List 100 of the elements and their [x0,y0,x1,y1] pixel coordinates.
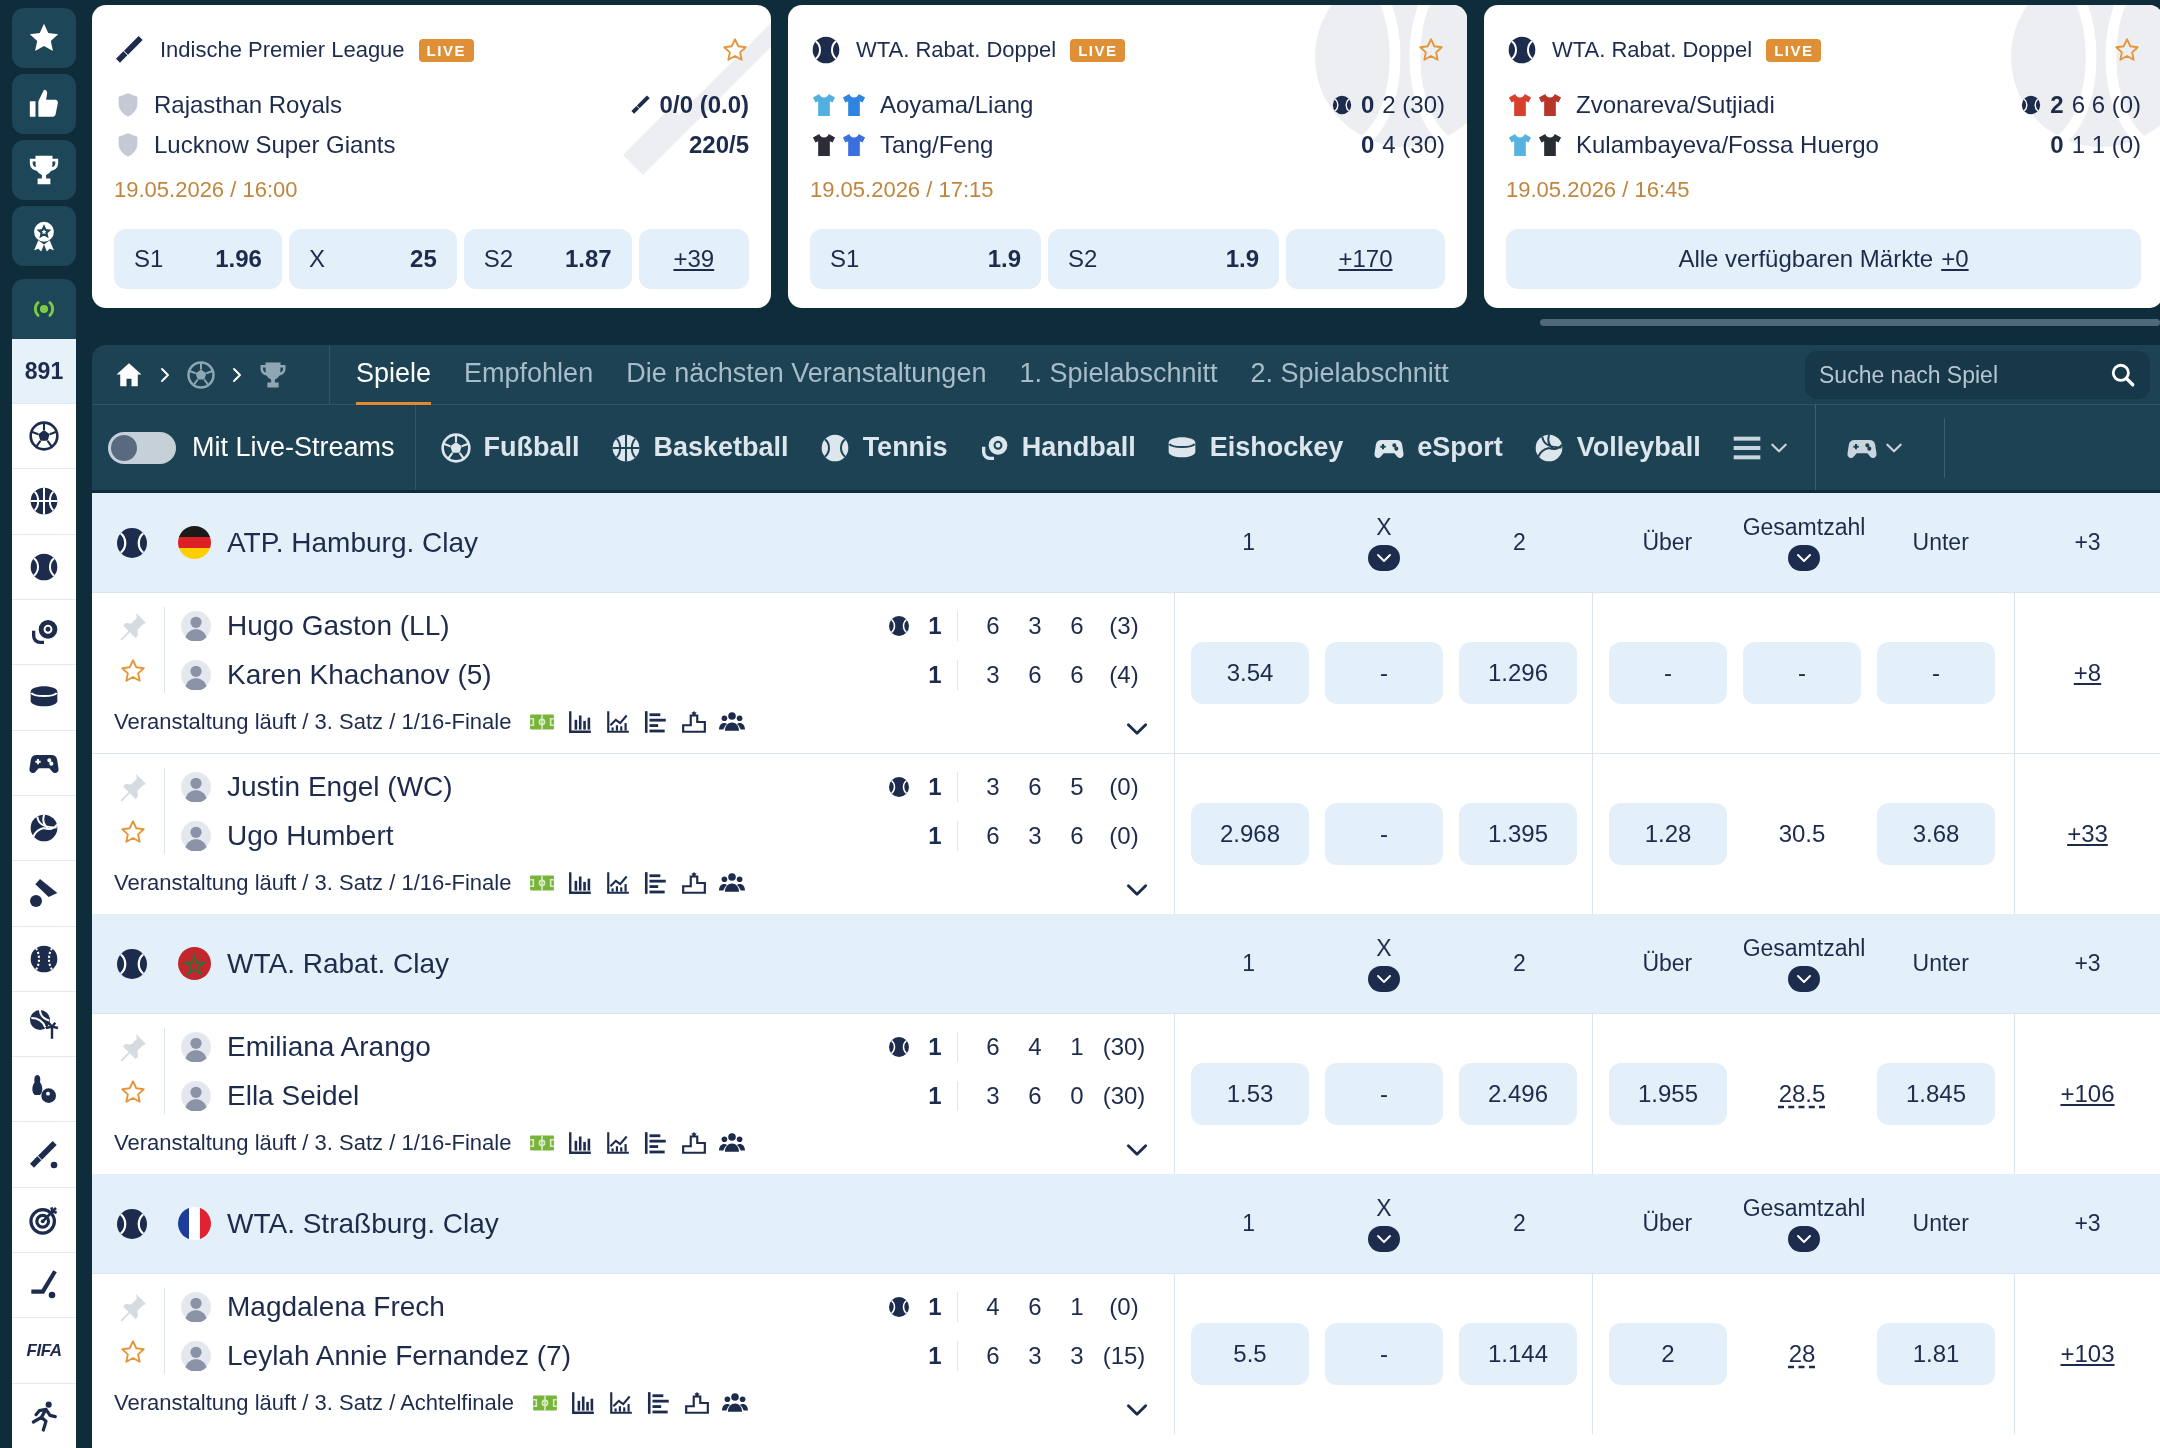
sport-tab[interactable]: Volleyball [1532,431,1701,464]
star-icon[interactable] [1417,36,1445,64]
odds-button[interactable]: 1.395 [1459,803,1577,865]
odds-link[interactable]: 28 [1788,1340,1816,1368]
more-markets-link[interactable]: +103 [2060,1340,2115,1368]
odds-button[interactable]: - [1325,642,1443,704]
odds-button[interactable]: - [1743,642,1861,704]
star-icon[interactable] [2113,36,2141,64]
dropdown-button[interactable] [1368,545,1400,571]
beach-ball-icon[interactable] [28,1007,60,1040]
podium-icon[interactable] [681,870,708,896]
bar-chart-icon[interactable] [569,1390,596,1416]
odds-button[interactable]: 2.968 [1191,803,1309,865]
star-icon[interactable] [119,657,147,685]
nav-tab[interactable]: Empfohlen [464,345,594,405]
odds-button[interactable]: 2 [1609,1323,1727,1385]
player-avatar [181,610,211,641]
search-field[interactable]: Suche nach Spiel [1805,351,2150,399]
odds-button[interactable]: 5.5 [1191,1323,1309,1385]
team-score: 0 [1360,131,1375,159]
trophy-icon [27,153,61,187]
odds-button[interactable]: 1.81 [1877,1323,1995,1385]
column-header: Gesamtzahl [1742,935,1866,962]
dropdown-button[interactable] [1788,545,1820,571]
game-score: (30) [1101,1081,1147,1110]
sidebar-button[interactable] [12,206,76,266]
star-icon[interactable] [119,1338,147,1366]
odds-button[interactable]: - [1877,642,1995,704]
more-markets-link[interactable]: +33 [2067,820,2108,848]
search-icon[interactable] [2110,362,2136,388]
odds-button[interactable]: 3.68 [1877,803,1995,865]
toggle-label[interactable]: Mit Live-Streams [192,432,395,463]
sport-tab[interactable]: Fußball [439,431,580,464]
scrollbar[interactable] [1540,319,2160,326]
game-score: 5 [1069,772,1085,801]
more-markets-link[interactable]: +106 [2060,1080,2115,1108]
sport-label[interactable]: FIFA [26,1340,62,1361]
odds-button[interactable]: - [1325,803,1443,865]
football-icon[interactable] [28,420,60,453]
sport-tab[interactable]: Eishockey [1165,431,1344,464]
nav-tab[interactable]: 2. Spielabschnitt [1250,345,1449,405]
odds-link[interactable]: 28.5 [1778,1080,1826,1108]
odds-button[interactable]: 1.845 [1877,1063,1995,1125]
dropdown-button[interactable] [1368,966,1400,992]
bar-chart-icon[interactable] [567,870,594,896]
all-markets-button[interactable]: Alle verfügbaren Märkte +0 [1506,229,2141,289]
toggle-switch[interactable] [108,431,176,464]
odds-button[interactable]: - [1609,642,1727,704]
sidebar-button[interactable] [12,74,76,134]
sport-tab[interactable]: Tennis [818,431,948,464]
game-score: 6 [1027,772,1043,801]
bar-chart-icon[interactable] [567,1130,594,1156]
line-chart-icon[interactable] [605,709,632,735]
odds-button[interactable]: S1 1.9 [810,229,1042,289]
list-icon[interactable] [645,1390,672,1416]
podium-icon[interactable] [681,1130,708,1156]
podium-icon[interactable] [681,709,708,735]
podium-icon[interactable] [683,1390,710,1416]
odds-button[interactable]: 2.496 [1459,1063,1577,1125]
star-icon[interactable] [119,1078,147,1106]
game-score: 3 [1027,611,1043,640]
sport-tab[interactable]: Basketball [609,431,789,464]
nav-tab[interactable]: Die nächsten Veranstaltungen [626,345,987,405]
dropdown-button[interactable] [1368,1226,1400,1252]
sport-tab[interactable]: Handball [977,431,1136,464]
event-count-button[interactable]: 891 [12,339,76,403]
nav-tab[interactable]: Spiele [356,345,432,405]
star-icon[interactable] [721,36,749,64]
line-chart-icon[interactable] [607,1390,634,1416]
odds-button[interactable]: S2 1.9 [1048,229,1280,289]
flag-icon [178,526,211,559]
cricket-bat-icon[interactable] [28,1138,60,1171]
odds-button[interactable]: 1.144 [1459,1323,1577,1385]
more-markets-link[interactable]: +8 [2073,659,2102,687]
sidebar-button[interactable] [12,140,76,200]
nav-tab[interactable]: 1. Spielabschnitt [1019,345,1218,405]
dropdown-button[interactable] [1788,1226,1820,1252]
team-name: Lucknow Super Giants [154,131,396,159]
team-score: 2 [2050,91,2064,119]
bar-chart-icon[interactable] [567,709,594,735]
odds-button[interactable]: 1.53 [1191,1063,1309,1125]
odds-button[interactable]: S1 1.96 [114,229,282,289]
odds-button[interactable]: - [1325,1323,1443,1385]
more-markets-button[interactable]: +170 [1286,229,1445,289]
star-icon[interactable] [119,818,147,846]
odds-button[interactable]: 1.296 [1459,642,1577,704]
shuttlecock-icon[interactable] [28,877,60,910]
more-markets-button[interactable]: +39 [638,229,749,289]
odds-button[interactable]: X 25 [288,229,457,289]
sport-tab[interactable]: eSport [1373,431,1503,464]
odds-button[interactable]: 1.955 [1609,1063,1727,1125]
odds-button[interactable]: S2 1.87 [463,229,632,289]
sidebar-button[interactable] [12,8,76,68]
line-chart-icon[interactable] [605,1130,632,1156]
odds-button[interactable]: 3.54 [1191,642,1309,704]
odds-button[interactable]: 1.28 [1609,803,1727,865]
line-chart-icon[interactable] [605,870,632,896]
game-score: (0) [1108,821,1140,850]
dropdown-button[interactable] [1788,966,1820,992]
odds-button[interactable]: - [1325,1063,1443,1125]
